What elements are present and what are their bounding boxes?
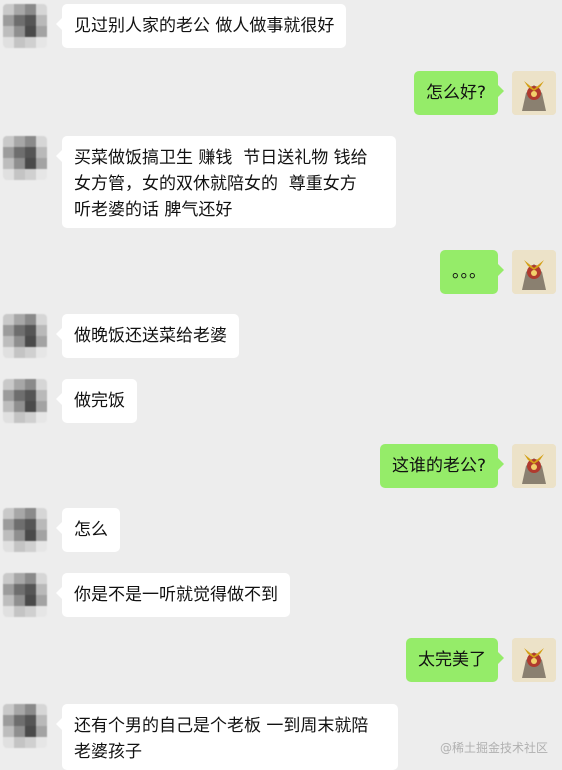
incoming-message-bubble[interactable]: 买菜做饭搞卫生 赚钱 节日送礼物 钱给 女方管，女的双休就陪女的 尊重女方 听老… — [56, 136, 396, 228]
user-avatar[interactable] — [512, 71, 556, 115]
outgoing-message-bubble[interactable]: 。。。 — [440, 250, 504, 294]
outgoing-message-bubble[interactable]: 太完美了 — [406, 638, 504, 682]
outgoing-message-bubble[interactable]: 怎么好? — [413, 71, 505, 115]
user-avatar[interactable] — [512, 250, 556, 294]
incoming-message-bubble[interactable]: 做完饭 — [56, 379, 137, 423]
contact-avatar[interactable] — [3, 508, 47, 552]
contact-avatar[interactable] — [3, 573, 47, 617]
user-avatar[interactable] — [512, 638, 556, 682]
incoming-message-bubble[interactable]: 见过别人家的老公 做人做事就很好 — [55, 4, 347, 48]
user-avatar[interactable] — [512, 444, 556, 488]
contact-avatar[interactable] — [3, 4, 47, 48]
incoming-message-bubble[interactable]: 怎么 — [56, 508, 120, 552]
contact-avatar[interactable] — [3, 704, 47, 748]
incoming-message-bubble[interactable]: 做晚饭还送菜给老婆 — [56, 314, 239, 358]
contact-avatar[interactable] — [3, 314, 47, 358]
contact-avatar[interactable] — [3, 379, 47, 423]
contact-avatar[interactable] — [3, 136, 47, 180]
watermark: @稀土掘金技术社区 — [439, 741, 548, 755]
incoming-message-bubble[interactable]: 你是不是一听就觉得做不到 — [56, 573, 290, 617]
outgoing-message-bubble[interactable]: 这谁的老公? — [379, 444, 505, 488]
incoming-message-bubble[interactable]: 还有个男的自己是个老板 一到周末就陪 老婆孩子 — [56, 704, 398, 770]
